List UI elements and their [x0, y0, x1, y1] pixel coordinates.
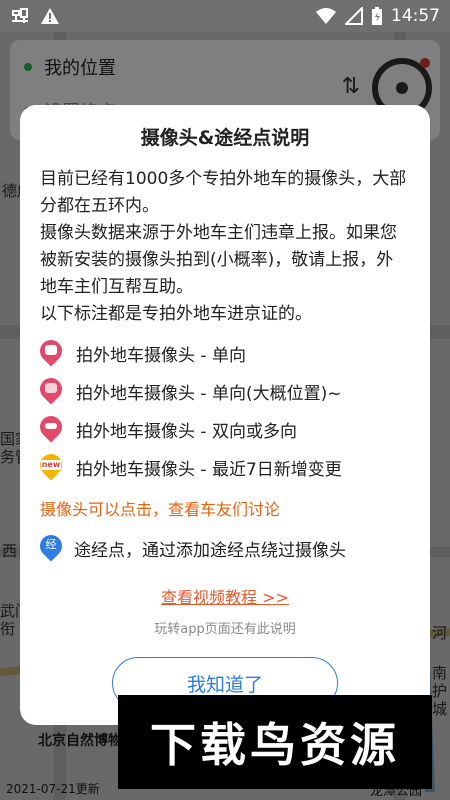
- legend-item: 拍外地车摄像头 - 单向(大概位置)~: [35, 372, 410, 410]
- via-point-label: 途经点，通过添加途经点绕过摄像头: [74, 540, 346, 561]
- via-point-pin-icon: 经: [35, 530, 67, 562]
- new-tag: new: [41, 460, 61, 470]
- status-bar: 14:57: [0, 0, 450, 32]
- wifi-icon: [315, 7, 337, 25]
- battery-icon: [371, 6, 383, 26]
- warning-icon: [40, 7, 60, 25]
- legend-label: 拍外地车摄像头 - 最近7日新增变更: [76, 459, 342, 480]
- camera-pin-red-multi-icon: [35, 411, 67, 443]
- legend-label: 拍外地车摄像头 - 单向(大概位置)~: [76, 383, 342, 404]
- dialog-paragraph: 目前已经有1000多个专拍外地车的摄像头，大部分都在五环内。: [40, 169, 407, 216]
- signal-icon: [345, 7, 363, 25]
- dialog-paragraph: 摄像头数据来源于外地车主们违章上报。如果您被新安装的摄像头拍到(小概率)，敬请上…: [40, 223, 397, 297]
- watermark: 下载鸟资源: [118, 695, 432, 789]
- camera-pin-red-approx-icon: [35, 373, 67, 405]
- legend-item: 拍外地车摄像头 - 双向或多向: [35, 410, 410, 448]
- via-point-item: 经 途经点，通过添加途经点绕过摄像头: [35, 530, 410, 566]
- dialog-paragraph: 以下标注都是专拍外地车进京证的。: [40, 304, 312, 324]
- camera-click-note: 摄像头可以点击，查看车友们讨论: [40, 500, 281, 519]
- legend-item: new 拍外地车摄像头 - 最近7日新增变更: [35, 448, 410, 486]
- status-time: 14:57: [391, 6, 440, 26]
- dialog-hint: 玩转app页面还有此说明: [154, 622, 296, 637]
- app-notification-icon: [10, 7, 30, 25]
- legend-label: 拍外地车摄像头 - 单向: [76, 345, 246, 366]
- legend-item: 拍外地车摄像头 - 单向: [35, 334, 410, 372]
- video-tutorial-link[interactable]: 查看视频教程 >>: [40, 584, 410, 608]
- camera-info-dialog: 摄像头&途经点说明 目前已经有1000多个专拍外地车的摄像头，大部分都在五环内。…: [20, 105, 430, 725]
- camera-pin-red-icon: [35, 335, 67, 367]
- dialog-title: 摄像头&途经点说明: [140, 127, 310, 149]
- camera-pin-new-icon: new: [35, 449, 67, 481]
- legend-label: 拍外地车摄像头 - 双向或多向: [76, 421, 297, 442]
